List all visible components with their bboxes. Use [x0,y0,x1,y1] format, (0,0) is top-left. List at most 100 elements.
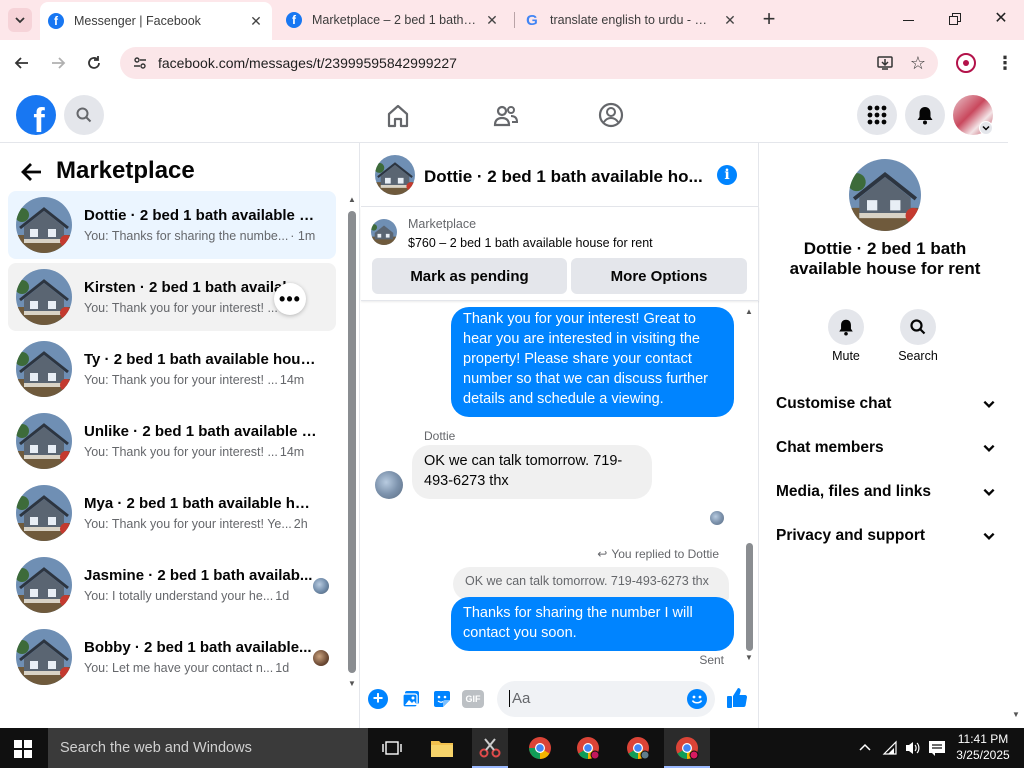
conversation-row[interactable]: Jasmine · 2 bed 1 bath availab... You: I … [8,551,336,619]
site-info-icon[interactable] [132,55,148,71]
tab-marketplace[interactable]: f Marketplace – 2 bed 1 bath ava ✕ [278,0,508,40]
tab-title: translate english to urdu - Goo [550,13,716,27]
search-in-chat-button[interactable] [900,309,936,345]
sender-avatar[interactable] [375,471,403,499]
conversation-row[interactable]: Bobby · 2 bed 1 bath available... You: Le… [8,623,336,691]
section-chat-members[interactable]: Chat members [776,439,996,457]
bookmark-star-icon[interactable]: ☆ [910,53,926,74]
conversation-name: Dottie · 2 bed 1 bath available h... [84,207,319,224]
snipping-tool-app[interactable] [472,728,508,768]
scissors-icon [479,738,501,758]
conversation-row[interactable]: Unlike · 2 bed 1 bath available h... You:… [8,407,336,475]
more-actions-button[interactable]: + [368,689,388,709]
close-icon[interactable]: ✕ [484,12,500,29]
restore-button[interactable] [944,10,966,30]
info-button[interactable]: i [717,165,737,185]
page-scrollbar[interactable]: ▼ [1008,86,1024,728]
file-explorer-app[interactable] [430,738,454,758]
more-options-button[interactable]: More Options [571,258,747,294]
volume-icon[interactable] [904,740,922,756]
facebook-logo[interactable]: f [16,95,56,135]
attach-photo-button[interactable] [401,689,421,709]
outgoing-message[interactable]: Thank you for your interest! Great to he… [451,307,734,417]
back-button[interactable] [12,53,32,73]
conversation-row[interactable]: Dottie · 2 bed 1 bath available h... You:… [8,191,336,259]
conversation-options-button[interactable]: ••• [274,283,306,315]
clock-time[interactable]: 11:41 PM [952,732,1014,746]
conversation-row[interactable]: Ty · 2 bed 1 bath available house... You:… [8,335,336,403]
install-app-icon[interactable] [876,54,894,72]
conversation-preview-line: You: Thank you for your interest! ...m [84,301,290,315]
chat-title[interactable]: Dottie · 2 bed 1 bath available ho... [424,167,703,187]
scrollbar-thumb[interactable] [746,543,753,651]
chat-avatar[interactable] [375,155,415,195]
network-icon[interactable] [882,740,898,756]
task-view-button[interactable] [382,740,402,756]
notifications-button[interactable] [905,95,945,135]
house-photo [16,557,72,613]
search-button[interactable] [64,95,104,135]
section-customise-chat[interactable]: Customise chat [776,395,996,413]
tab-messenger[interactable]: f Messenger | Facebook ✕ [40,2,272,40]
profile-icon[interactable] [956,53,976,73]
browser-menu-icon[interactable]: ⋮ [996,54,1014,72]
gif-button[interactable]: GIF [462,690,484,708]
chrome-icon [676,737,699,760]
section-privacy-support[interactable]: Privacy and support [776,527,996,545]
start-button[interactable] [14,740,32,758]
action-center-icon[interactable] [928,740,946,756]
address-bar[interactable]: facebook.com/messages/t/2399959584299922… [120,47,938,79]
thread-scrollbar[interactable]: ▲ ▼ [745,307,755,667]
window-close-button[interactable]: ✕ [990,8,1012,30]
listing-description[interactable]: $760 – 2 bed 1 bath available house for … [408,236,653,250]
chrome-active-app[interactable] [664,728,710,768]
nav-home[interactable] [384,102,412,130]
taskbar-search-box[interactable]: Search the web and Windows [48,728,368,768]
new-tab-button[interactable]: + [758,8,780,30]
clock-date[interactable]: 3/25/2025 [952,748,1014,762]
outgoing-message[interactable]: Thanks for sharing the number I will con… [451,597,734,651]
close-icon[interactable]: ✕ [722,12,738,29]
conversation-row[interactable]: Mya · 2 bed 1 bath available hou... You: … [8,479,336,547]
conversation-time: 1d [275,589,290,603]
incoming-message[interactable]: OK we can talk tomorrow. 719-493-6273 th… [412,445,652,499]
chrome-app[interactable] [528,736,552,760]
tab-search-button[interactable] [8,8,32,32]
forward-button[interactable] [48,53,68,73]
like-button[interactable] [725,686,749,710]
list-scrollbar[interactable]: ▲ ▼ [346,195,358,691]
chevron-down-icon [983,488,995,496]
chrome-profile-2-app[interactable] [576,736,600,760]
listing-thumbnail[interactable] [371,219,397,245]
reply-indicator: ↩ You replied to Dottie [597,547,719,561]
section-label: Media, files and links [776,483,932,500]
quoted-message[interactable]: OK we can talk tomorrow. 719-493-6273 th… [453,567,729,601]
section-label: Chat members [776,439,884,456]
section-label: Customise chat [776,395,892,412]
chrome-profile-3-app[interactable] [626,736,650,760]
conversation-avatar [16,413,72,469]
minimize-button[interactable] [898,10,920,30]
scrollbar-thumb[interactable] [348,211,356,673]
section-media-files-links[interactable]: Media, files and links [776,483,996,501]
close-icon[interactable]: ✕ [248,13,264,30]
show-hidden-icons[interactable] [858,740,872,754]
url-text[interactable]: facebook.com/messages/t/2399959584299922… [158,55,457,71]
conversation-time: 1d [275,661,290,675]
conversation-row[interactable]: Kirsten · 2 bed 1 bath availab... You: Th… [8,263,336,331]
message-input[interactable]: Aa [497,681,715,717]
mark-as-pending-button[interactable]: Mark as pending [372,258,567,294]
read-receipt-avatar [313,578,329,594]
sticker-button[interactable] [432,689,452,709]
tab-google-translate[interactable]: G translate english to urdu - Goo ✕ [516,0,746,40]
account-chevron-icon[interactable] [979,121,993,135]
nav-friends[interactable] [492,102,520,130]
emoji-button[interactable] [687,689,707,709]
facebook-header: f [0,86,1008,143]
nav-groups[interactable] [597,101,625,129]
menu-button[interactable] [857,95,897,135]
back-arrow-button[interactable] [20,161,44,183]
details-avatar[interactable] [849,159,921,231]
mute-button[interactable] [828,309,864,345]
reload-button[interactable] [84,53,104,73]
